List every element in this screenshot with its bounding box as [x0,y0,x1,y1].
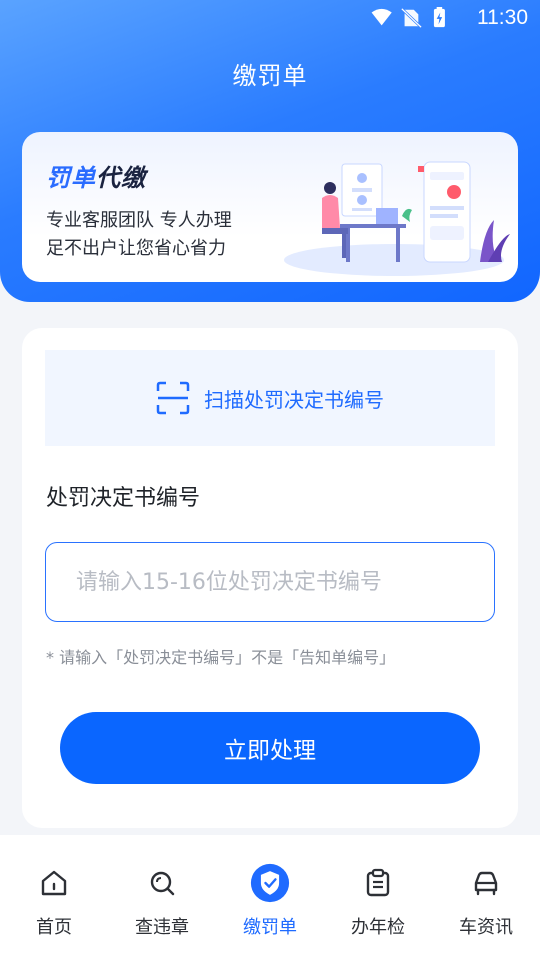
tab-inspection-label: 办年检 [351,917,405,938]
no-sim-icon [400,7,423,29]
shield-check-icon [250,863,290,903]
scan-label: 扫描处罚决定书编号 [204,387,384,412]
car-icon [466,863,506,903]
field-label: 处罚决定书编号 [46,486,201,511]
scan-button[interactable]: 扫描处罚决定书编号 [45,350,495,446]
status-icons [371,7,445,29]
tab-home-label: 首页 [36,917,72,938]
penalty-number-field[interactable] [45,542,495,622]
tab-violations[interactable]: 查违章 [108,835,216,960]
tab-pay-fines[interactable]: 缴罚单 [216,835,324,960]
bottom-tab-bar: 首页 查违章 缴罚单 办年检 车资讯 [0,835,540,960]
fine-form-card: 扫描处罚决定书编号 处罚决定书编号 * 请输入「处罚决定书编号」不是「告知单编号… [22,328,518,828]
input-hint: * 请输入「处罚决定书编号」不是「告知单编号」 [46,648,396,667]
penalty-number-input[interactable] [46,543,494,621]
clipboard-icon [358,863,398,903]
tab-pay-fines-label: 缴罚单 [243,917,297,938]
tab-home[interactable]: 首页 [0,835,108,960]
status-bar: 11:30 [0,0,540,36]
submit-button[interactable]: 立即处理 [60,712,480,784]
search-icon [142,863,182,903]
battery-charging-icon [433,7,445,28]
wifi-icon [371,8,392,26]
page-title: 缴罚单 [232,62,308,90]
home-icon [34,863,74,903]
tab-car-news-label: 车资讯 [459,917,513,938]
scan-icon [156,381,190,415]
banner-tagline-1: 专业客服团队 专人办理 [46,210,232,231]
tab-inspection[interactable]: 办年检 [324,835,432,960]
tab-violations-label: 查违章 [135,917,189,938]
banner-tagline-2: 足不出户让您省心省力 [46,238,226,259]
banner-title-accent: 罚单 [46,164,96,192]
promo-banner[interactable]: 罚单代缴 专业客服团队 专人办理 足不出户让您省心省力 [22,132,518,282]
office-illustration [284,161,510,276]
tab-car-news[interactable]: 车资讯 [432,835,540,960]
banner-title-rest: 代缴 [96,164,146,192]
status-time: 11:30 [477,6,528,29]
banner-title: 罚单代缴 [46,158,146,193]
